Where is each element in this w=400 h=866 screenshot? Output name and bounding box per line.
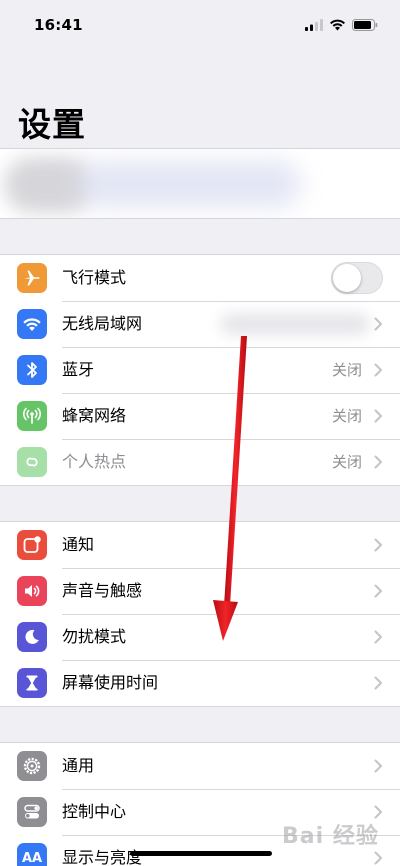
settings-group-notifications: 通知 声音与触感 勿扰模式 屏幕使用时间: [0, 521, 400, 707]
settings-row-personal-hotspot[interactable]: 个人热点 关闭: [0, 439, 400, 485]
settings-row-value: 关闭: [331, 361, 362, 379]
chevron-right-icon: [374, 805, 382, 819]
chevron-right-icon: [374, 363, 382, 377]
settings-row-label: 个人热点: [62, 452, 127, 471]
settings-row-airplane-mode[interactable]: 飞行模式: [0, 255, 400, 301]
chevron-right-icon: [374, 630, 382, 644]
settings-row-label: 蓝牙: [62, 360, 95, 379]
home-indicator[interactable]: [130, 851, 272, 856]
status-time: 16:41: [34, 16, 83, 34]
settings-row-label: 通用: [62, 756, 95, 775]
settings-row-do-not-disturb[interactable]: 勿扰模式: [0, 614, 400, 660]
notifications-icon: [17, 530, 47, 560]
chevron-right-icon: [374, 676, 382, 690]
settings-row-sounds-haptics[interactable]: 声音与触感: [0, 568, 400, 614]
settings-row-label: 通知: [62, 535, 95, 554]
settings-row-label: 飞行模式: [62, 268, 127, 287]
settings-row-label: 无线局域网: [62, 314, 143, 333]
signal-icon: [305, 19, 323, 31]
status-bar: 16:41: [0, 0, 400, 50]
chevron-right-icon: [374, 538, 382, 552]
settings-row-label: 屏幕使用时间: [62, 673, 159, 692]
hotspot-icon: [17, 447, 47, 477]
profile-name-blurred: [80, 161, 300, 207]
settings-row-wifi[interactable]: 无线局域网: [0, 301, 400, 347]
chevron-right-icon: [374, 409, 382, 423]
chevron-right-icon: [374, 317, 382, 331]
wifi-status-icon: [330, 19, 345, 31]
settings-row-general[interactable]: 通用: [0, 743, 400, 789]
wifi-network-name-blurred: [220, 313, 370, 335]
toggle-knob: [333, 264, 361, 292]
settings-row-label: 勿扰模式: [62, 627, 127, 646]
settings-group-connectivity: 飞行模式 无线局域网 蓝牙 关闭 蜂窝网络 关闭 个人热点 关闭: [0, 254, 400, 486]
settings-row-screen-time[interactable]: 屏幕使用时间: [0, 660, 400, 706]
chevron-right-icon: [374, 455, 382, 469]
airplane-mode-toggle[interactable]: [331, 262, 383, 294]
wifi-icon: [17, 309, 47, 339]
text-size-icon: AA: [17, 843, 47, 866]
settings-row-value: 关闭: [331, 453, 362, 471]
gear-icon: [17, 751, 47, 781]
settings-row-label: 控制中心: [62, 802, 127, 821]
settings-row-value: 关闭: [331, 407, 362, 425]
settings-row-cellular[interactable]: 蜂窝网络 关闭: [0, 393, 400, 439]
chevron-right-icon: [374, 584, 382, 598]
hourglass-icon: [17, 668, 47, 698]
moon-icon: [17, 622, 47, 652]
cellular-icon: [17, 401, 47, 431]
chevron-right-icon: [374, 759, 382, 773]
airplane-icon: [17, 263, 47, 293]
battery-icon: [352, 19, 378, 31]
settings-row-notifications[interactable]: 通知: [0, 522, 400, 568]
settings-row-label: 声音与触感: [62, 581, 143, 600]
settings-row-bluetooth[interactable]: 蓝牙 关闭: [0, 347, 400, 393]
toggles-icon: [17, 797, 47, 827]
bluetooth-icon: [17, 355, 47, 385]
page-title: 设置: [18, 105, 86, 144]
speaker-icon: [17, 576, 47, 606]
apple-id-profile-row[interactable]: [0, 148, 400, 219]
settings-row-label: 蜂窝网络: [62, 406, 127, 425]
chevron-right-icon: [374, 851, 382, 865]
status-icons: [305, 19, 378, 31]
watermark: Bai 经验: [282, 824, 379, 849]
